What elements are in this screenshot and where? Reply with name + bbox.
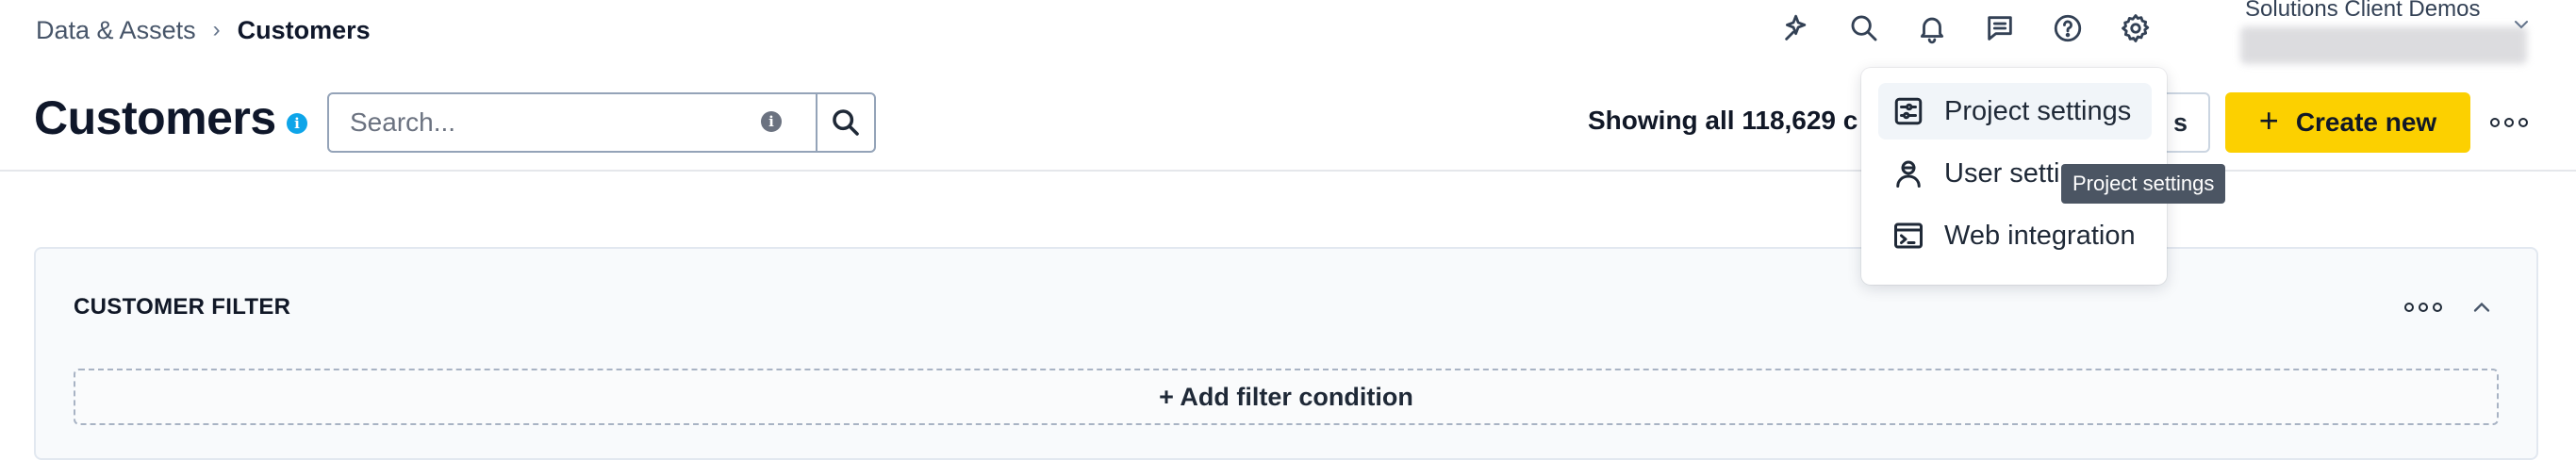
chevron-up-icon[interactable] [2469, 294, 2495, 320]
user-icon [1896, 160, 1921, 188]
search-icon [833, 109, 859, 136]
menu-item-web-integration[interactable]: Web integration [1878, 207, 2152, 264]
results-count: Showing all 118,629 c [1588, 106, 1858, 135]
create-new-button[interactable]: + Create new [2225, 92, 2470, 153]
search-input[interactable] [329, 94, 816, 151]
info-icon[interactable]: i [287, 113, 307, 134]
breadcrumb-current: Customers [237, 15, 371, 44]
menu-item-project-settings[interactable]: Project settings [1878, 83, 2152, 140]
filter-more-icon[interactable] [2404, 298, 2442, 317]
help-icon[interactable] [2047, 8, 2089, 49]
plus-icon: + [2258, 101, 2279, 140]
menu-item-label: Project settings [1944, 95, 2132, 126]
search-info-icon[interactable]: i [761, 111, 782, 132]
search-box: i [327, 92, 876, 153]
chat-icon[interactable] [1979, 8, 2021, 49]
add-filter-condition-button[interactable]: + Add filter condition [74, 369, 2499, 425]
search-button[interactable] [816, 94, 874, 151]
menu-item-label: Web integration [1944, 220, 2136, 251]
more-options-icon[interactable] [2490, 113, 2528, 132]
gear-icon[interactable] [2115, 8, 2156, 49]
org-subtitle-redacted [2240, 26, 2527, 64]
breadcrumb-link-data-assets[interactable]: Data & Assets [36, 16, 196, 45]
page-title: Customers [34, 91, 276, 144]
sliders-icon [1894, 97, 1923, 125]
project-settings-tooltip: Project settings [2061, 164, 2226, 204]
terminal-icon [1894, 222, 1923, 249]
chevron-right-icon: › [212, 17, 221, 42]
bell-icon[interactable] [1911, 8, 1953, 49]
search-icon[interactable] [1843, 8, 1885, 49]
breadcrumb: Data & Assets › Customers [36, 13, 371, 47]
filter-title: CUSTOMER FILTER [74, 294, 291, 320]
create-new-label: Create new [2295, 107, 2437, 137]
magic-sparkle-icon[interactable] [1776, 8, 1818, 49]
org-name[interactable]: Solutions Client Demos [2245, 0, 2480, 23]
chevron-down-icon[interactable] [2510, 13, 2533, 36]
